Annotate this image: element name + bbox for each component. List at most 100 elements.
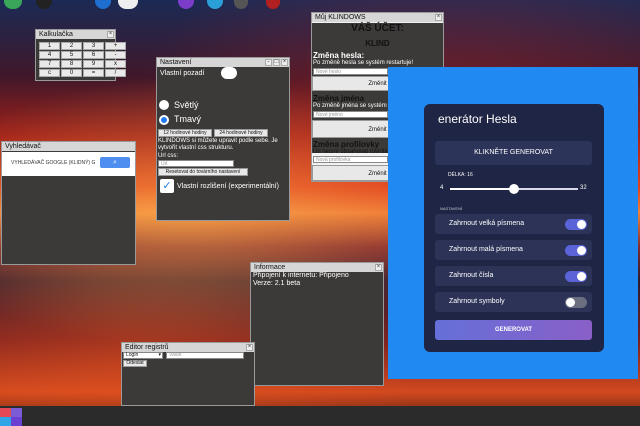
close-icon[interactable]: × — [435, 14, 442, 21]
calc-key[interactable]: 5 — [61, 51, 82, 59]
calc-key[interactable]: + — [105, 42, 126, 50]
registry-titlebar[interactable]: Editor registrů × — [122, 343, 254, 352]
registry-key-select[interactable]: Login ▾ — [123, 352, 163, 359]
new-picture-input[interactable]: Nová profilovka — [313, 156, 388, 163]
info-titlebar[interactable]: Informace × — [251, 263, 383, 272]
start-button[interactable] — [0, 408, 22, 426]
theme-dark-label: Tmavý — [174, 114, 201, 124]
start-logo-tile — [0, 417, 11, 426]
search-title: Vyhledávač — [5, 143, 41, 150]
wallpaper-toggle[interactable] — [221, 67, 237, 79]
search-button[interactable]: ⌕ — [100, 157, 130, 168]
pass-note: Po změně hesla se systém restartuje! — [313, 60, 414, 66]
toggle-knob — [577, 246, 586, 255]
experimental-label: Vlastní rozlišení (experimentální) — [177, 183, 279, 190]
settings-title: Nastavení — [160, 59, 192, 66]
search-window: Vyhledávač VYHLEDÁVAČ GOOGLE (KLIDNÝ) Go… — [1, 141, 136, 265]
generate-button[interactable]: GENEROVAT — [435, 320, 592, 340]
option-label: Zahrnout velká písmena — [449, 220, 525, 227]
registry-window: Editor registrů × Login ▾ Value Odeslat — [121, 342, 255, 406]
reset-button[interactable]: Resetovat do továrního nastavení — [158, 168, 248, 176]
length-label: DÉLKA: 16 — [448, 172, 473, 178]
calc-key[interactable]: 2 — [61, 42, 82, 50]
css-description: KLINDOWS si můžete upravit podle sebe. J… — [158, 138, 278, 151]
length-slider[interactable] — [450, 184, 578, 194]
close-icon[interactable]: × — [246, 344, 253, 351]
close-icon[interactable]: × — [375, 264, 382, 271]
calc-key[interactable]: 6 — [83, 51, 104, 59]
option-label: Zahrnout symboly — [449, 298, 505, 305]
search-bar-area: VYHLEDÁVAČ GOOGLE (KLIDNÝ) Goo ⌕ — [2, 152, 135, 176]
option-numbers: Zahrnout čísla — [435, 266, 592, 286]
pass-heading: Změna hesla: — [313, 51, 365, 60]
close-icon[interactable]: × — [107, 31, 114, 38]
settings-label: NASTAVENÍ — [440, 206, 463, 211]
calc-key[interactable]: x — [105, 60, 126, 68]
registry-value-input[interactable]: Value — [166, 352, 244, 359]
calc-key[interactable]: 9 — [83, 60, 104, 68]
search-titlebar[interactable]: Vyhledávač — [2, 142, 135, 151]
css-url-input[interactable]: Url — [158, 160, 234, 167]
new-password-input[interactable]: Nové heslo — [313, 68, 388, 75]
search-input[interactable]: VYHLEDÁVAČ GOOGLE (KLIDNÝ) Goo — [11, 157, 95, 169]
search-icon: ⌕ — [113, 159, 117, 166]
account-heading: VÁŠ ÚČET: — [351, 23, 404, 34]
generator-title: enerátor Hesla — [438, 112, 517, 126]
chevron-down-icon: ▾ — [158, 352, 161, 358]
calculator-title: Kalkulačka — [39, 31, 73, 38]
account-title: Můj KLINDOWS — [315, 14, 366, 21]
account-username: KLIND — [365, 39, 390, 48]
slider-thumb[interactable] — [509, 184, 519, 194]
slider-fill — [450, 188, 514, 190]
settings-window: Nastavení - □ × Vlastní pozadí Světlý Tm… — [156, 57, 290, 221]
registry-title: Editor registrů — [125, 344, 169, 351]
theme-dark-radio[interactable] — [159, 115, 169, 125]
numbers-toggle[interactable] — [565, 271, 587, 282]
option-label: Zahrnout malá písmena — [449, 246, 523, 253]
option-symbols: Zahrnout symboly — [435, 292, 592, 312]
info-title: Informace — [254, 264, 286, 271]
theme-light-radio[interactable] — [159, 100, 169, 110]
clock-12-button[interactable]: 12 hodinové hodiny — [158, 129, 212, 137]
wallpaper-label: Vlastní pozadí — [160, 70, 205, 77]
calc-key[interactable]: 0 — [61, 69, 82, 77]
calc-key[interactable]: / — [105, 69, 126, 77]
clock-24-button[interactable]: 24 hodinové hodiny — [214, 129, 268, 137]
registry-submit-button[interactable]: Odeslat — [123, 360, 147, 367]
option-lowercase: Zahrnout malá písmena — [435, 240, 592, 260]
toggle-knob — [577, 272, 586, 281]
calc-key[interactable]: c — [39, 69, 60, 77]
calc-key[interactable]: - — [105, 51, 126, 59]
name-heading: Změna jména — [313, 94, 365, 103]
calc-key[interactable]: 3 — [83, 42, 104, 50]
css-url-label: Url css: — [158, 153, 178, 159]
calc-key[interactable]: = — [83, 69, 104, 77]
start-logo-tile — [11, 408, 22, 417]
settings-titlebar[interactable]: Nastavení - □ × — [157, 58, 289, 67]
new-name-input[interactable]: Nové jméno — [313, 111, 388, 118]
registry-key-value: Login — [126, 352, 139, 358]
experimental-checkbox[interactable]: ✓ — [160, 179, 174, 193]
info-window: Informace × Připojení k internetu: Připo… — [250, 262, 384, 386]
password-result[interactable]: KLIKNĚTE GENEROVAT — [435, 141, 592, 165]
calc-key[interactable]: 1 — [39, 42, 60, 50]
symbols-toggle[interactable] — [565, 297, 587, 308]
version-text: Verze: 2.1 beta — [253, 280, 301, 287]
calc-key[interactable]: 7 — [39, 60, 60, 68]
account-titlebar[interactable]: Můj KLINDOWS × — [312, 13, 443, 22]
close-icon[interactable]: × — [281, 59, 288, 66]
picture-note: Url nesmí obsahovat rovnítko — [313, 149, 392, 155]
calc-key[interactable]: 8 — [61, 60, 82, 68]
toggle-knob — [566, 298, 575, 307]
internet-status: Připojení k internetu: Připojeno — [253, 272, 349, 279]
calculator-window: Kalkulačka × 1 2 3 + 4 5 6 - 7 8 9 x c 0… — [35, 29, 126, 81]
uppercase-toggle[interactable] — [565, 219, 587, 230]
picture-heading: Změna profilovky — [313, 140, 380, 149]
maximize-icon[interactable]: □ — [273, 59, 280, 66]
slider-min: 4 — [440, 185, 444, 191]
lowercase-toggle[interactable] — [565, 245, 587, 256]
minimize-icon[interactable]: - — [265, 59, 272, 66]
calc-key[interactable]: 4 — [39, 51, 60, 59]
start-logo-tile — [0, 408, 11, 417]
calculator-titlebar[interactable]: Kalkulačka × — [36, 30, 115, 39]
